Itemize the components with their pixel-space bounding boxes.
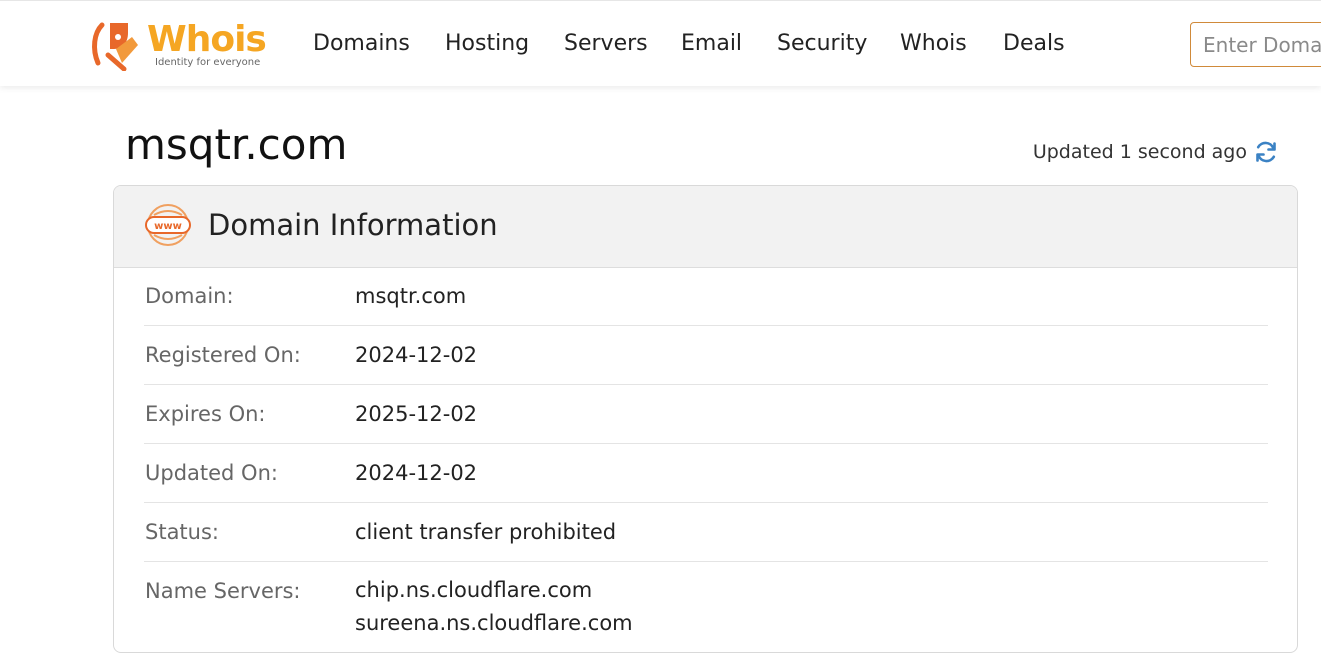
last-updated: Updated 1 second ago <box>1033 139 1279 165</box>
row-value: msqtr.com <box>355 284 467 308</box>
row-label: Status: <box>145 520 219 544</box>
nav-deals[interactable]: Deals <box>1003 29 1065 59</box>
row-value: 2024-12-02 <box>355 343 478 367</box>
row-value: 2024-12-02 <box>355 461 478 485</box>
domain-search-input[interactable] <box>1190 22 1321 67</box>
top-navbar: Whois Identity for everyone Domains Host… <box>0 0 1321 86</box>
row-label: Domain: <box>145 284 234 308</box>
row-value: chip.ns.cloudflare.com sureena.ns.cloudf… <box>355 574 633 640</box>
whois-logo[interactable]: Whois Identity for everyone <box>88 17 278 73</box>
logo-tagline: Identity for everyone <box>155 57 261 68</box>
row-value: 2025-12-02 <box>355 402 478 426</box>
card-header: www Domain Information <box>114 186 1297 268</box>
domain-information-card: www Domain Information Domain: msqtr.com… <box>113 185 1298 653</box>
nav-whois[interactable]: Whois <box>900 29 967 59</box>
name-server: chip.ns.cloudflare.com <box>355 578 593 602</box>
row-domain: Domain: msqtr.com <box>144 267 1268 326</box>
nav-servers[interactable]: Servers <box>564 29 648 59</box>
row-expires-on: Expires On: 2025-12-02 <box>144 385 1268 444</box>
page-title: msqtr.com <box>125 120 348 169</box>
refresh-icon[interactable] <box>1253 139 1279 165</box>
nav-email[interactable]: Email <box>681 29 742 59</box>
row-label: Registered On: <box>145 343 301 367</box>
nav-hosting[interactable]: Hosting <box>445 29 529 59</box>
name-server: sureena.ns.cloudflare.com <box>355 611 633 635</box>
logo-mark-icon <box>92 22 138 71</box>
card-title: Domain Information <box>208 208 498 242</box>
www-icon: www <box>145 204 191 246</box>
row-name-servers: Name Servers: chip.ns.cloudflare.com sur… <box>144 562 1268 635</box>
row-registered-on: Registered On: 2024-12-02 <box>144 326 1268 385</box>
row-label: Updated On: <box>145 461 278 485</box>
row-label: Expires On: <box>145 402 266 426</box>
nav-domains[interactable]: Domains <box>313 29 410 59</box>
row-updated-on: Updated On: 2024-12-02 <box>144 444 1268 503</box>
domain-info-table: Domain: msqtr.com Registered On: 2024-12… <box>144 267 1268 635</box>
row-value: client transfer prohibited <box>355 520 617 544</box>
row-label: Name Servers: <box>145 579 301 603</box>
nav-security[interactable]: Security <box>777 29 867 59</box>
updated-text: Updated 1 second ago <box>1032 141 1247 163</box>
svg-text:www: www <box>154 221 182 232</box>
row-status: Status: client transfer prohibited <box>144 503 1268 562</box>
